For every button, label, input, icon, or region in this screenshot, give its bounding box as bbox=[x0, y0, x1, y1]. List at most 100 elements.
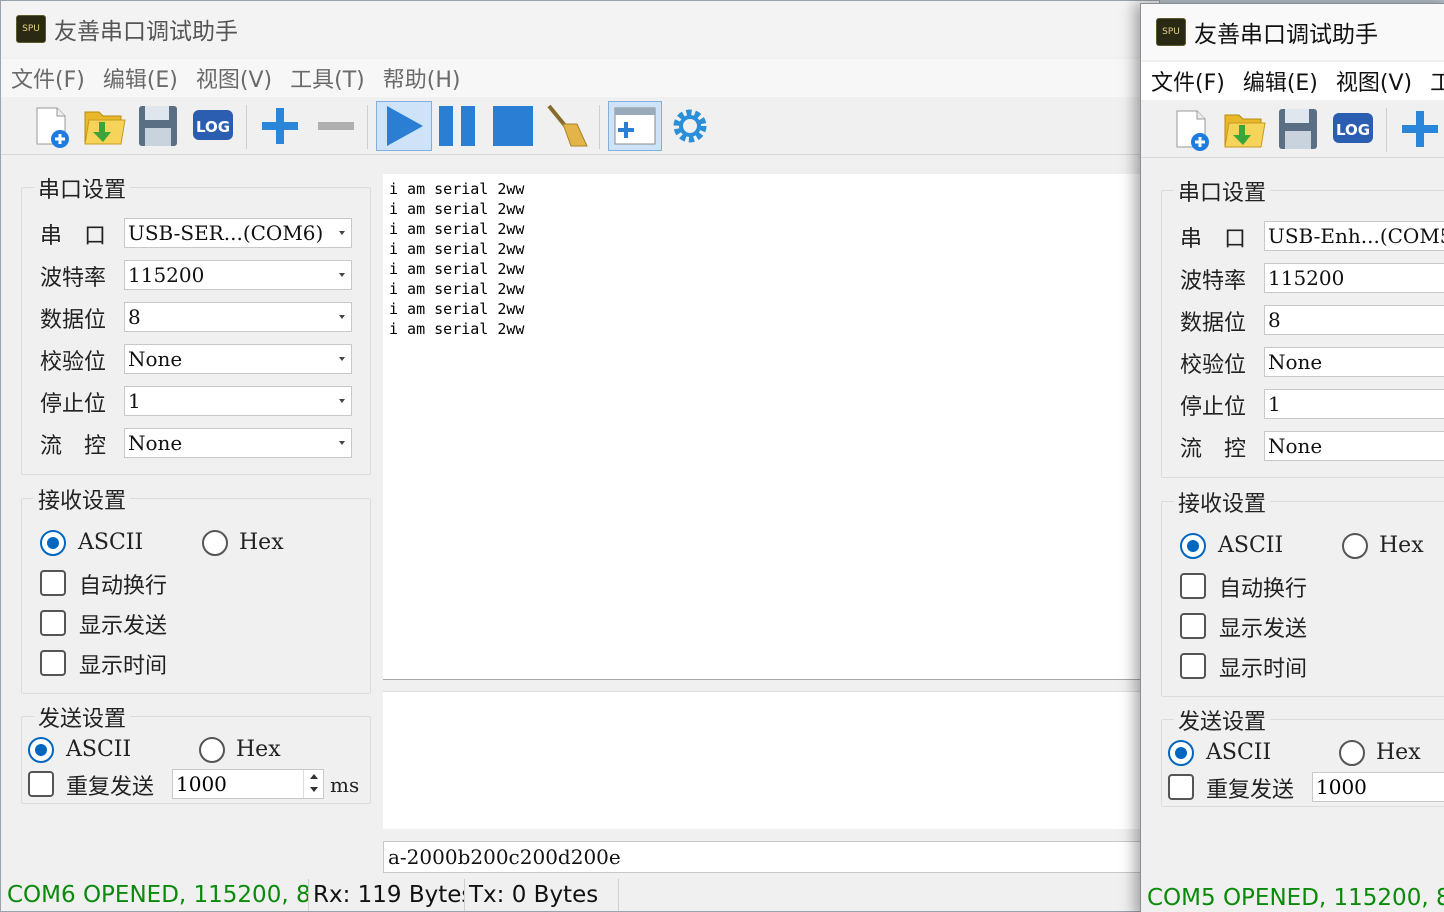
log-button[interactable]: LOG bbox=[1328, 104, 1378, 154]
receive-textarea[interactable]: i am serial 2ww i am serial 2ww i am ser… bbox=[383, 174, 1159, 679]
new-window-button[interactable] bbox=[608, 101, 662, 151]
menu-file[interactable]: 文件(F) bbox=[11, 62, 85, 94]
parity-value: None bbox=[128, 347, 183, 371]
send-settings-group: 发送设置 ASCII Hex 重复发送 1000 ms bbox=[21, 701, 371, 804]
recv-ascii-radio[interactable] bbox=[1180, 533, 1206, 559]
stop-button[interactable] bbox=[487, 101, 537, 151]
toolbar: LOG bbox=[1, 97, 1159, 155]
pause-button[interactable] bbox=[433, 101, 483, 151]
settings-gear-icon bbox=[673, 109, 707, 143]
stopbits-value: 1 bbox=[1268, 392, 1281, 416]
chevron-down-icon bbox=[339, 273, 345, 277]
auto-wrap-label: 自动换行 bbox=[1219, 577, 1308, 602]
recv-ascii-radio[interactable] bbox=[40, 530, 66, 556]
repeat-interval-spinbox[interactable]: 1000 bbox=[1312, 772, 1444, 802]
chevron-down-icon bbox=[339, 399, 345, 403]
serial-settings-group: 串口设置 串 口 USB-SER...(COM6) 波特率 115200 数据位… bbox=[21, 172, 371, 475]
stopbits-select[interactable]: 1 bbox=[1264, 389, 1444, 419]
save-button[interactable] bbox=[1273, 104, 1323, 154]
recv-ascii-label: ASCII bbox=[1218, 533, 1284, 558]
port-select[interactable]: USB-Enh...(COM5 bbox=[1264, 221, 1444, 251]
repeat-interval-value: 1000 bbox=[176, 772, 227, 796]
save-button[interactable] bbox=[133, 101, 183, 151]
show-time-checkbox[interactable] bbox=[40, 650, 66, 676]
settings-button[interactable] bbox=[665, 101, 715, 151]
group-title: 串口设置 bbox=[34, 172, 131, 204]
spin-down-icon[interactable] bbox=[310, 787, 318, 792]
title-bar[interactable]: SPU 友善串口调试助手 bbox=[1141, 4, 1444, 60]
remove-icon bbox=[318, 122, 354, 130]
send-hex-radio[interactable] bbox=[1339, 740, 1365, 766]
receive-line: i am serial 2ww bbox=[389, 180, 525, 198]
log-button[interactable]: LOG bbox=[188, 101, 238, 151]
parity-select[interactable]: None bbox=[1264, 347, 1444, 377]
send-history-input[interactable]: a-2000b200c200d200e bbox=[383, 841, 1159, 873]
send-ascii-radio[interactable] bbox=[28, 737, 54, 763]
group-title: 接收设置 bbox=[1174, 486, 1271, 518]
title-bar[interactable]: SPU 友善串口调试助手 bbox=[1, 1, 1159, 57]
databits-value: 8 bbox=[1268, 308, 1281, 332]
repeat-interval-spinbox[interactable]: 1000 bbox=[172, 769, 324, 799]
repeat-send-checkbox[interactable] bbox=[1168, 774, 1194, 800]
menu-help[interactable]: 帮助(H) bbox=[383, 62, 461, 94]
open-button[interactable] bbox=[1219, 104, 1269, 154]
splitter-handle[interactable] bbox=[383, 679, 1159, 691]
parity-select[interactable]: None bbox=[124, 344, 352, 374]
recv-hex-radio[interactable] bbox=[1342, 533, 1368, 559]
svg-text:LOG: LOG bbox=[196, 118, 230, 136]
receive-line: i am serial 2ww bbox=[389, 240, 525, 258]
menu-edit[interactable]: 编辑(E) bbox=[103, 62, 178, 94]
chevron-down-icon bbox=[339, 441, 345, 445]
databits-select[interactable]: 8 bbox=[1264, 305, 1444, 335]
start-button[interactable] bbox=[376, 101, 432, 151]
app-logo-icon: SPU bbox=[16, 15, 46, 43]
menu-view[interactable]: 视图(V) bbox=[1336, 65, 1412, 97]
spin-up-icon[interactable] bbox=[310, 774, 318, 779]
clear-button[interactable] bbox=[541, 101, 591, 151]
recv-hex-radio[interactable] bbox=[202, 530, 228, 556]
show-send-checkbox[interactable] bbox=[1180, 613, 1206, 639]
remove-button[interactable] bbox=[311, 101, 361, 151]
toolbar: LOG bbox=[1141, 100, 1444, 158]
send-textarea[interactable] bbox=[383, 691, 1159, 829]
menu-edit[interactable]: 编辑(E) bbox=[1243, 65, 1318, 97]
menu-tools[interactable]: 工 bbox=[1430, 65, 1444, 97]
menu-view[interactable]: 视图(V) bbox=[196, 62, 272, 94]
save-icon bbox=[139, 106, 177, 146]
flow-label: 流 控 bbox=[40, 434, 107, 459]
rx-count: Rx: 119 Bytes bbox=[309, 879, 465, 911]
flow-select[interactable]: None bbox=[1264, 431, 1444, 461]
menu-tools[interactable]: 工具(T) bbox=[290, 62, 365, 94]
chevron-down-icon bbox=[339, 357, 345, 361]
baud-label: 波特率 bbox=[1180, 269, 1247, 294]
new-file-icon bbox=[36, 107, 69, 148]
repeat-send-checkbox[interactable] bbox=[28, 771, 54, 797]
flow-select[interactable]: None bbox=[124, 428, 352, 458]
parity-label: 校验位 bbox=[40, 350, 107, 375]
auto-wrap-checkbox[interactable] bbox=[40, 570, 66, 596]
new-file-button[interactable] bbox=[25, 101, 75, 151]
spin-buttons[interactable] bbox=[303, 770, 323, 798]
port-select[interactable]: USB-SER...(COM6) bbox=[124, 218, 352, 248]
new-window-icon bbox=[614, 107, 656, 145]
menu-bar: 文件(F) 编辑(E) 视图(V) 工具(T) 帮助(H) bbox=[1, 59, 1159, 97]
stopbits-select[interactable]: 1 bbox=[124, 386, 352, 416]
flow-label: 流 控 bbox=[1180, 437, 1247, 462]
toolbar-separator bbox=[367, 105, 368, 149]
baud-select[interactable]: 115200 bbox=[124, 260, 352, 290]
new-file-button[interactable] bbox=[1165, 104, 1215, 154]
menu-file[interactable]: 文件(F) bbox=[1151, 65, 1225, 97]
send-ascii-radio[interactable] bbox=[1168, 740, 1194, 766]
baud-value: 115200 bbox=[128, 263, 205, 287]
baud-select[interactable]: 115200 bbox=[1264, 263, 1444, 293]
send-hex-radio[interactable] bbox=[199, 737, 225, 763]
auto-wrap-checkbox[interactable] bbox=[1180, 573, 1206, 599]
add-icon bbox=[262, 108, 298, 144]
send-ascii-label: ASCII bbox=[66, 737, 132, 762]
databits-select[interactable]: 8 bbox=[124, 302, 352, 332]
add-button[interactable] bbox=[1395, 104, 1444, 154]
show-send-checkbox[interactable] bbox=[40, 610, 66, 636]
add-button[interactable] bbox=[255, 101, 305, 151]
show-time-checkbox[interactable] bbox=[1180, 653, 1206, 679]
open-button[interactable] bbox=[79, 101, 129, 151]
